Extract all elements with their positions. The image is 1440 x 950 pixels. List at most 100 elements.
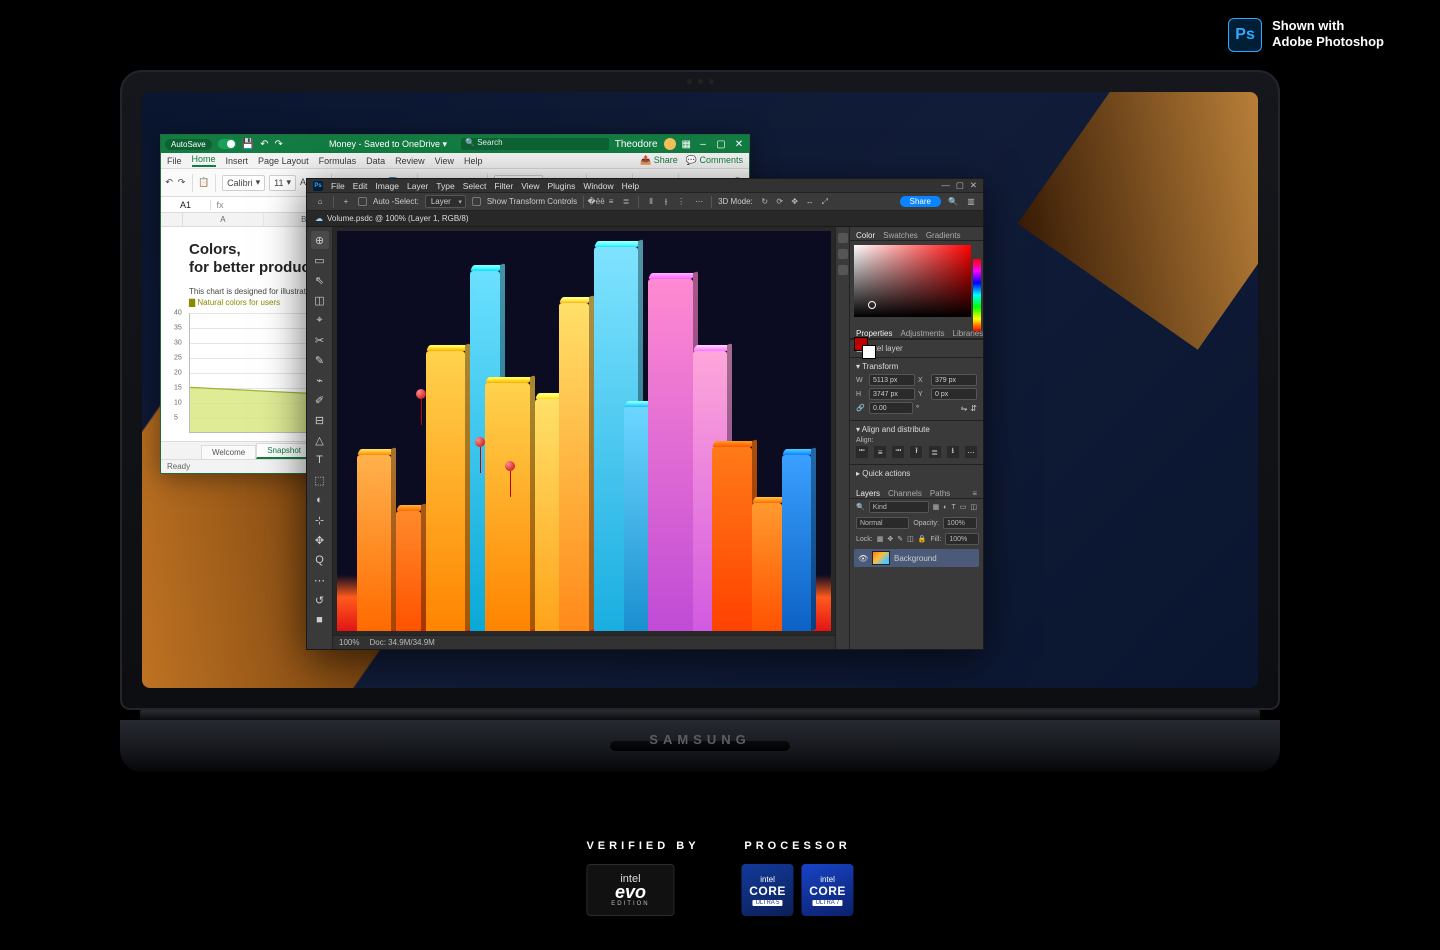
move-tool-icon[interactable]: + [340,196,352,208]
blend-mode-select[interactable]: Normal [856,517,909,529]
3d-slide-icon[interactable]: ↔ [804,196,816,208]
lock-all-icon[interactable]: ▦ [877,535,884,543]
sheet-tab[interactable]: Welcome [201,445,256,459]
tab-file[interactable]: File [167,156,182,166]
menu-layer[interactable]: Layer [407,181,428,191]
height-field[interactable]: 3747 px [869,388,915,400]
tool-icon[interactable]: ◐ [311,491,329,509]
align-bottom-icon[interactable]: ⭳ [947,446,959,458]
tab-color[interactable]: Color [856,231,875,240]
tool-icon[interactable]: ⌁ [311,371,329,389]
fx-icon[interactable]: fx [211,200,229,210]
align-left-icon[interactable]: ⭰ [856,446,868,458]
maximize-button[interactable]: ▢ [715,139,727,150]
3d-orbit-icon[interactable]: ↻ [759,196,771,208]
tool-icon[interactable]: ✎ [311,351,329,369]
menu-file[interactable]: File [331,181,345,191]
font-name-select[interactable]: Calibri ▾ [222,175,265,191]
tool-icon[interactable]: ⋯ [311,571,329,589]
tool-icon[interactable]: ■ [311,611,329,629]
more-options-icon[interactable]: ⋯ [693,196,705,208]
undo-icon[interactable]: ↶ [260,139,268,150]
flip-h-icon[interactable]: ⇋ [961,404,968,413]
tab-page-layout[interactable]: Page Layout [258,156,309,166]
paste-button[interactable]: 📋 [198,175,209,191]
transform-controls-checkbox[interactable] [472,197,481,206]
align-left-icon[interactable]: �ēē [590,196,602,208]
tool-icon[interactable]: ⬚ [311,471,329,489]
menu-plugins[interactable]: Plugins [547,181,575,191]
opacity-field[interactable]: 100% [943,517,977,529]
lock-icon[interactable]: 🔒 [918,535,927,543]
align-right-icon[interactable]: ⭲ [892,446,904,458]
excel-title-bar[interactable]: AutoSave 💾 ↶ ↷ Money - Saved to OneDrive… [161,135,749,153]
photoshop-window[interactable]: Ps File Edit Image Layer Type Select Fil… [306,178,984,650]
lock-position-icon[interactable]: ✥ [887,535,893,543]
tab-adjustments[interactable]: Adjustments [900,329,944,338]
x-field[interactable]: 379 px [931,374,977,386]
link-wh-icon[interactable]: 🔗 [856,404,866,412]
align-more-icon[interactable]: ⋯ [965,446,977,458]
tool-icon[interactable]: ✥ [311,531,329,549]
comments-button[interactable]: 💬 Comments [686,155,743,166]
zoom-level[interactable]: 100% [339,638,359,647]
col-header[interactable]: A [183,213,264,226]
tab-insert[interactable]: Insert [226,156,249,166]
fill-field[interactable]: 100% [945,533,979,545]
document-tab[interactable]: ☁ Volume.psdc @ 100% (Layer 1, RGB/8) [307,211,983,227]
minimize-button[interactable]: – [697,139,709,150]
color-picker[interactable] [854,245,971,317]
tool-icon[interactable]: △ [311,431,329,449]
tab-gradients[interactable]: Gradients [926,231,961,240]
filter-shape-icon[interactable]: ▭ [960,503,967,511]
tool-icon[interactable]: ↺ [311,591,329,609]
background-color[interactable] [862,345,876,359]
panel-menu-icon[interactable]: ≡ [972,489,977,498]
search-input[interactable]: 🔍 Search [461,138,609,150]
distribute-v-icon[interactable]: ⫲ [660,196,672,208]
search-icon[interactable]: 🔍 [947,196,959,208]
tool-icon[interactable]: ⊕ [311,231,329,249]
close-button[interactable]: ✕ [970,180,977,191]
dock-icon[interactable] [838,265,848,275]
hue-slider[interactable] [973,259,981,331]
tool-icon[interactable]: Q [311,551,329,569]
tab-view[interactable]: View [435,156,454,166]
dock-icon[interactable] [838,233,848,243]
tool-icon[interactable]: T [311,451,329,469]
undo-button[interactable]: ↶ [165,175,173,191]
layer-name[interactable]: Background [894,554,937,563]
maximize-button[interactable]: ▢ [956,180,964,191]
3d-zoom-icon[interactable]: ⤢ [819,196,831,208]
menu-edit[interactable]: Edit [353,181,368,191]
autoselect-checkbox[interactable] [358,197,367,206]
menu-image[interactable]: Image [375,181,399,191]
align-hcenter-icon[interactable]: ≡ [874,446,886,458]
filter-kind-select[interactable]: Kind [869,501,929,513]
distribute-spacing-icon[interactable]: ⋮ [675,196,687,208]
tool-icon[interactable]: ⇖ [311,271,329,289]
tool-icon[interactable]: ◫ [311,291,329,309]
visibility-toggle-icon[interactable]: 👁 [858,554,868,563]
lock-transparent-icon[interactable]: ◫ [907,535,914,543]
menu-filter[interactable]: Filter [494,181,513,191]
redo-icon[interactable]: ↷ [275,139,283,150]
menu-view[interactable]: View [521,181,539,191]
filter-smart-icon[interactable]: ◫ [970,503,977,511]
tab-data[interactable]: Data [366,156,385,166]
filter-adjust-icon[interactable]: ◐ [943,504,947,511]
layer-thumbnail[interactable] [872,551,890,565]
filter-pixel-icon[interactable]: ▦ [933,503,940,511]
tab-paths[interactable]: Paths [930,489,950,498]
tab-swatches[interactable]: Swatches [883,231,918,240]
canvas[interactable] [337,231,831,631]
tab-home[interactable]: Home [192,154,216,167]
align-top-icon[interactable]: ⭱ [910,446,922,458]
avatar[interactable] [664,138,676,150]
tab-channels[interactable]: Channels [888,489,922,498]
workspace-icon[interactable]: ▥ [965,196,977,208]
tab-formulas[interactable]: Formulas [319,156,357,166]
lock-pixels-icon[interactable]: ✎ [897,535,903,543]
tool-icon[interactable]: ▭ [311,251,329,269]
filter-type-icon[interactable]: T [951,504,955,511]
